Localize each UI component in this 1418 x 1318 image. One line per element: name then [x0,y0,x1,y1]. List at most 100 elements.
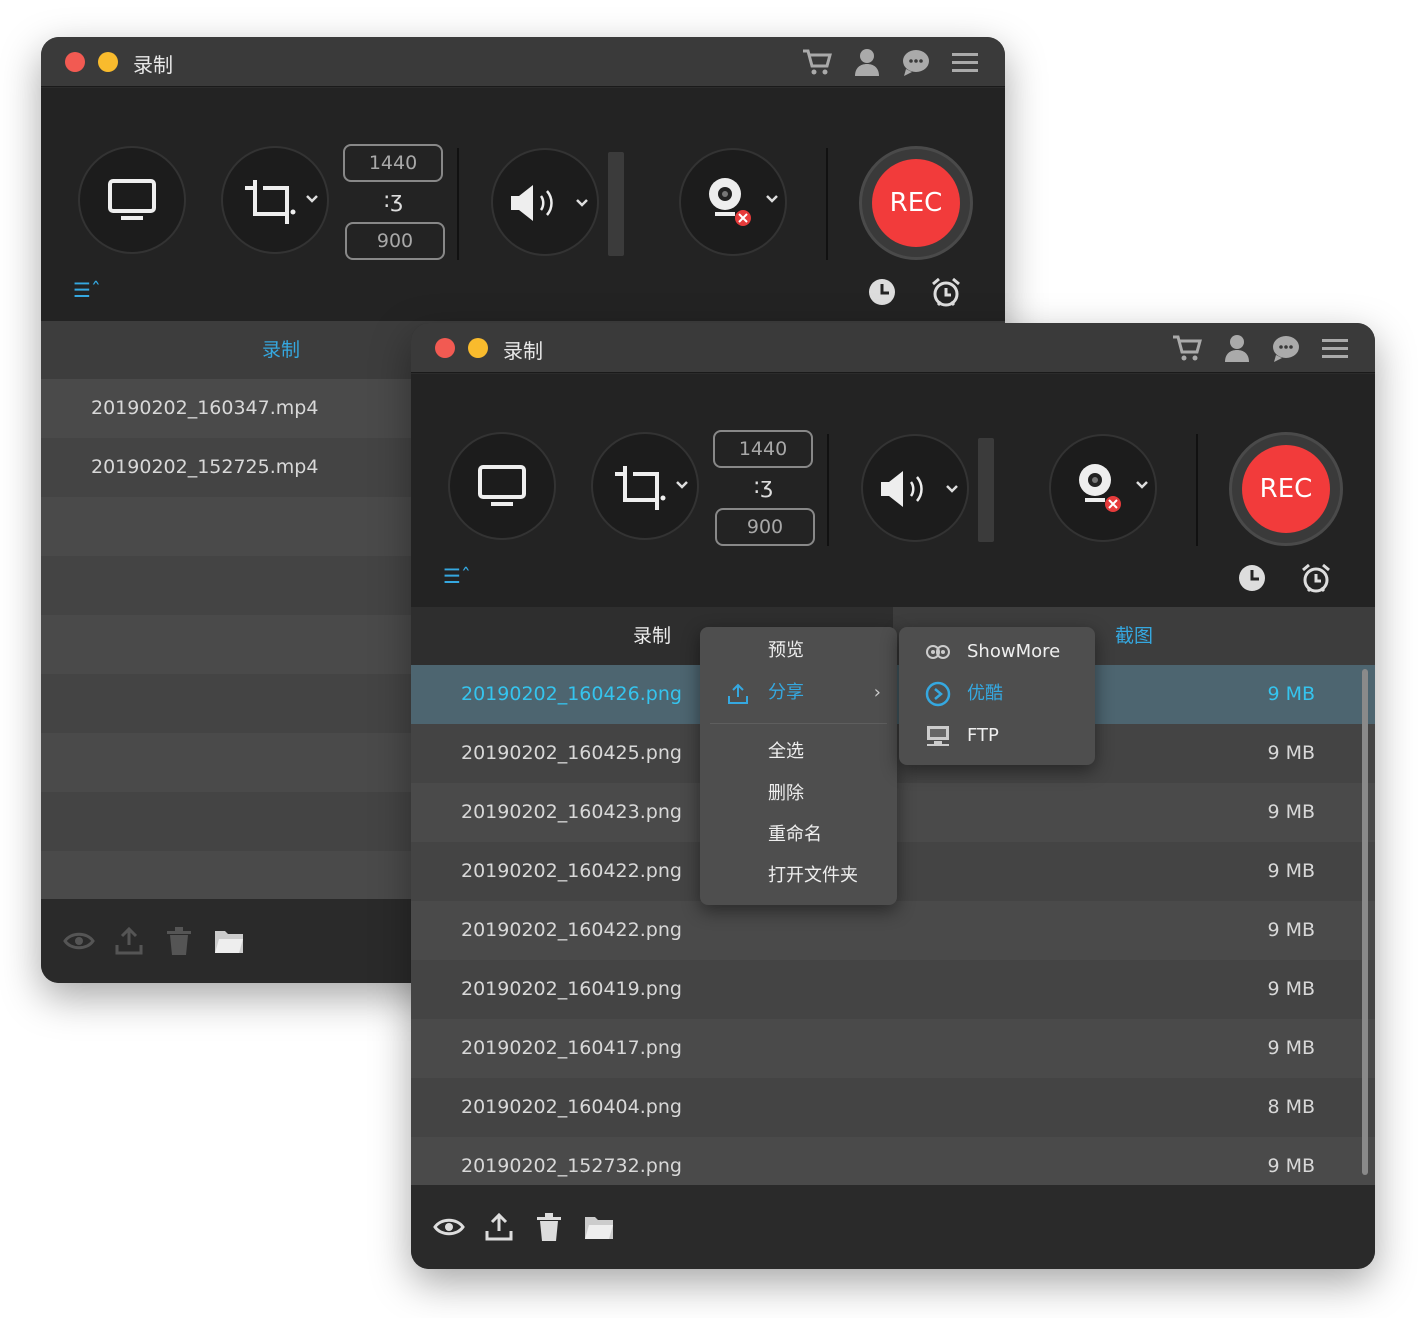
menu-item-label: 分享 [768,682,804,703]
volume-bar[interactable] [608,152,624,256]
menu-item-label: ShowMore [967,641,1061,662]
list-icon[interactable]: ☰ˆ [443,564,471,588]
title-bar: 录制 [411,323,1375,373]
file-size: 9 MB [1267,683,1315,705]
rec-button[interactable]: REC [859,146,973,260]
file-name: 20190202_160347.mp4 [91,397,319,419]
webcam-button[interactable] [1049,434,1157,542]
eye-icon[interactable] [433,1211,465,1243]
eye-icon[interactable] [63,925,95,957]
webcam-icon [709,178,778,226]
cart-icon[interactable] [1171,333,1203,363]
folder-icon[interactable] [213,925,245,957]
clock-icon[interactable] [1236,562,1268,594]
height-input[interactable]: 900 [345,222,445,260]
window-title: 录制 [133,53,173,77]
menu-item-select-all[interactable]: 全选 [700,732,897,772]
menu-item-label: 打开文件夹 [768,865,858,886]
volume-bar[interactable] [978,438,994,542]
menu-item-label: 全选 [768,741,804,762]
minimize-button[interactable] [468,338,488,358]
share-item-youku[interactable]: 优酷 [899,674,1095,714]
file-size: 9 MB [1267,801,1315,823]
capture-toolbar: 1440 :ӡ 900 REC ☰ˆ [411,374,1375,607]
upload-icon[interactable] [483,1211,515,1243]
rec-label: REC [872,159,960,247]
title-bar: 录制 [41,37,1005,87]
monitor-icon [478,465,526,506]
chat-icon[interactable] [1270,333,1302,363]
trash-icon[interactable] [533,1211,565,1243]
rec-button[interactable]: REC [1229,432,1343,546]
menu-item-label: 预览 [768,640,804,661]
webcam-button[interactable] [679,148,787,256]
region-button[interactable] [221,146,329,254]
menu-icon[interactable] [949,47,981,77]
file-size: 9 MB [1267,742,1315,764]
file-size: 9 MB [1267,919,1315,941]
file-name: 20190202_160417.png [461,1037,682,1059]
file-name: 20190202_160423.png [461,801,682,823]
file-name: 20190202_152725.mp4 [91,456,319,478]
menu-icon[interactable] [1319,333,1351,363]
minimize-button[interactable] [98,52,118,72]
capture-toolbar: 1440 :ӡ 900 REC ☰ˆ [41,88,1005,321]
alarm-icon[interactable] [1300,562,1332,594]
link-icon[interactable]: :ӡ [753,474,773,499]
share-item-showmore[interactable]: ShowMore [899,632,1095,672]
file-name: 20190202_160426.png [461,683,682,705]
file-size: 9 MB [1267,1037,1315,1059]
menu-item-label: 删除 [768,783,804,804]
audio-button[interactable] [861,434,969,542]
separator [457,148,459,260]
file-name: 20190202_160422.png [461,919,682,941]
cart-icon[interactable] [801,47,833,77]
menu-item-preview[interactable]: 预览 [700,631,897,671]
file-size: 8 MB [1267,1096,1315,1118]
audio-button[interactable] [491,148,599,256]
list-item[interactable]: 20190202_160417.png 9 MB [411,1019,1375,1078]
folder-icon[interactable] [583,1211,615,1243]
user-icon[interactable] [1221,333,1253,363]
region-button[interactable] [591,432,699,540]
menu-item-delete[interactable]: 删除 [700,774,897,814]
ftp-icon [927,726,949,746]
upload-icon[interactable] [113,925,145,957]
crop-icon [615,466,688,510]
chat-icon[interactable] [900,47,932,77]
context-menu: 预览 分享 › 全选 删除 重命名 打开文件夹 [700,627,897,905]
chevron-right-icon: › [873,682,881,703]
separator [827,434,829,546]
menu-item-rename[interactable]: 重命名 [700,815,897,855]
showmore-icon [926,645,950,659]
trash-icon[interactable] [163,925,195,957]
close-button[interactable] [435,338,455,358]
height-input[interactable]: 900 [715,508,815,546]
menu-item-share[interactable]: 分享 › [700,673,897,713]
file-name: 20190202_160422.png [461,860,682,882]
separator [1196,434,1198,546]
width-input[interactable]: 1440 [713,430,813,468]
link-icon[interactable]: :ӡ [383,188,403,213]
width-input[interactable]: 1440 [343,144,443,182]
list-icon[interactable]: ☰ˆ [73,278,101,302]
close-button[interactable] [65,52,85,72]
list-item[interactable]: 20190202_160404.png 8 MB [411,1078,1375,1137]
list-item[interactable]: 20190202_160419.png 9 MB [411,960,1375,1019]
fullscreen-button[interactable] [448,432,556,540]
bottom-toolbar [411,1185,1375,1269]
fullscreen-button[interactable] [78,146,186,254]
speaker-icon [881,471,958,507]
menu-item-open-folder[interactable]: 打开文件夹 [700,856,897,896]
clock-icon[interactable] [866,276,898,308]
file-size: 9 MB [1267,978,1315,1000]
alarm-icon[interactable] [930,276,962,308]
file-name: 20190202_160425.png [461,742,682,764]
user-icon[interactable] [851,47,883,77]
upload-icon [728,683,748,704]
file-size: 9 MB [1267,860,1315,882]
rec-label: REC [1242,445,1330,533]
scrollbar[interactable] [1362,669,1368,1175]
share-item-ftp[interactable]: FTP [899,716,1095,756]
list-item[interactable]: 20190202_160422.png 9 MB [411,901,1375,960]
